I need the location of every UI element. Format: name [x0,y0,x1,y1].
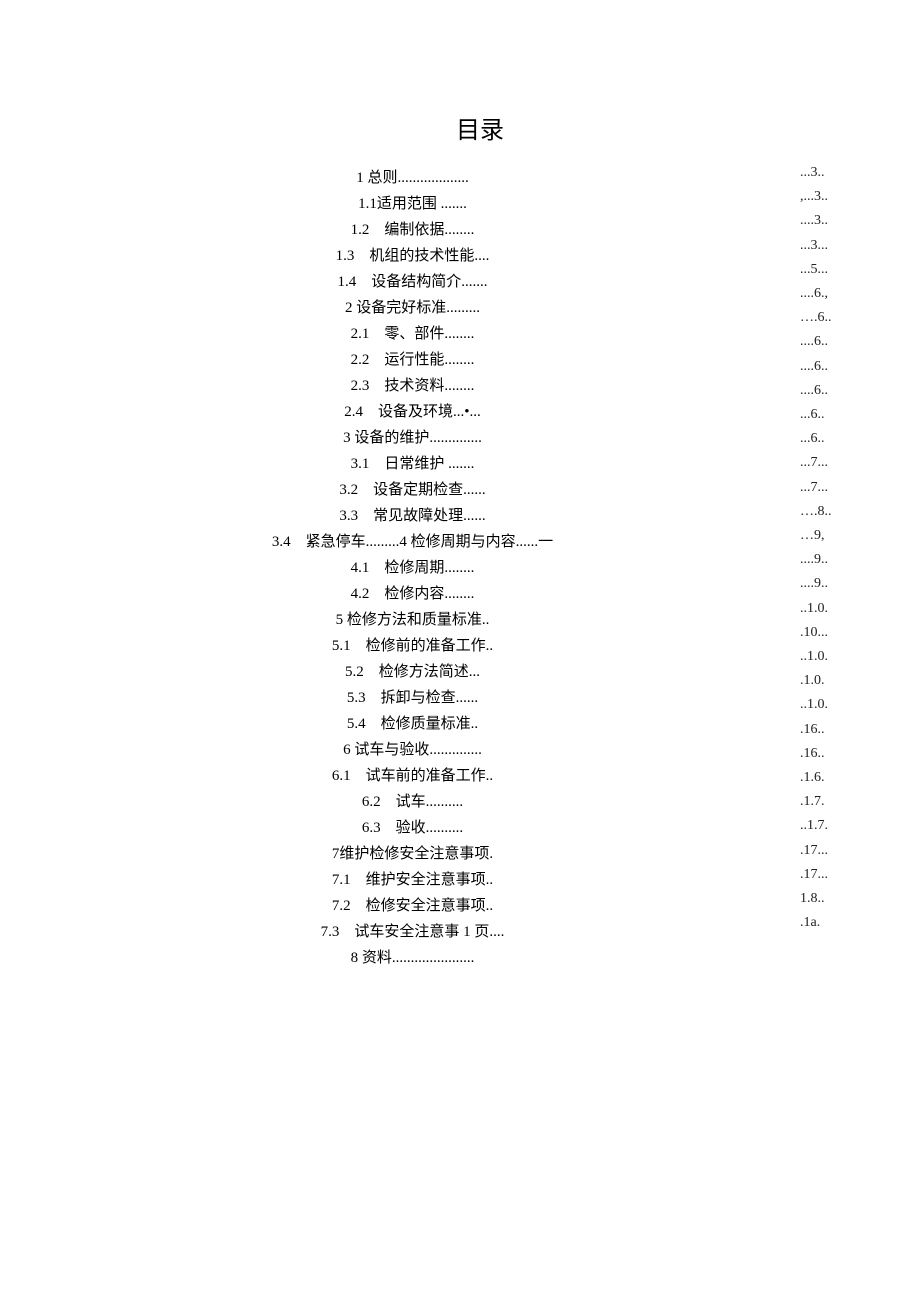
toc-entry: 5.4 检修质量标准.. [100,711,725,737]
toc-page-number: ...3... [800,234,860,258]
toc-page-number: .16.. [800,718,860,742]
toc-page-number: .17... [800,839,860,863]
toc-page-number: .16.. [800,742,860,766]
toc-page-number: ...3.. [800,161,860,185]
toc-title: 目录 [280,110,680,145]
toc-entry: 4.1 检修周期........ [100,555,725,581]
toc-page-number: .10... [800,621,860,645]
toc-page-number: ...6.. [800,403,860,427]
toc-entry: 3.4 紧急停车.........4 检修周期与内容......一 [100,529,725,555]
toc-entry: 2.4 设备及环境...•... [100,399,725,425]
toc-entry: 5.2 检修方法简述... [100,659,725,685]
toc-page-number: .17... [800,863,860,887]
toc-page-number: .1a. [800,911,860,935]
toc-page-number: 1.8.. [800,887,860,911]
toc-page-number: ....6.. [800,330,860,354]
toc-page-number: ....6.. [800,379,860,403]
toc-entry: 4.2 检修内容........ [100,581,725,607]
toc-page-number: …9, [800,524,860,548]
toc-entry: 3.1 日常维护 ....... [100,451,725,477]
toc-page-number: ..1.0. [800,693,860,717]
document-page: 目录 1 总则...................1.1适用范围 ......… [0,0,920,971]
toc-entry: 8 资料...................... [100,945,725,971]
toc-page-number: ....6., [800,282,860,306]
toc-page-number: ....3.. [800,209,860,233]
toc-container: 1 总则...................1.1适用范围 .......1.… [100,165,860,971]
toc-entry: 2 设备完好标准......... [100,295,725,321]
toc-page-number: ..1.7. [800,814,860,838]
toc-page-number: ...7... [800,476,860,500]
toc-entry: 7.3 试车安全注意事 1 页.... [100,919,725,945]
toc-entry: 7.1 维护安全注意事项.. [100,867,725,893]
toc-page-number: ....9.. [800,572,860,596]
toc-entry: 5.3 拆卸与检查...... [100,685,725,711]
toc-entry: 2.1 零、部件........ [100,321,725,347]
toc-page-number: ..1.0. [800,597,860,621]
toc-entry: 1.1适用范围 ....... [100,191,725,217]
toc-page-number: ,...3.. [800,185,860,209]
toc-page-number: ...7... [800,451,860,475]
toc-page-number: ....9.. [800,548,860,572]
toc-entry: 6.3 验收.......... [100,815,725,841]
toc-page-number: ….8.. [800,500,860,524]
toc-entry: 2.3 技术资料........ [100,373,725,399]
toc-pages-column: ...3..,...3......3.....3......5.......6.… [800,161,860,936]
toc-entry: 3 设备的维护.............. [100,425,725,451]
toc-page-number: ....6.. [800,355,860,379]
toc-page-number: ..1.0. [800,645,860,669]
toc-entry: 6 试车与验收.............. [100,737,725,763]
toc-page-number: ...5... [800,258,860,282]
toc-entry: 1.3 机组的技术性能.... [100,243,725,269]
toc-entry: 3.2 设备定期检查...... [100,477,725,503]
toc-entries-column: 1 总则...................1.1适用范围 .......1.… [100,165,725,971]
toc-page-number: .1.0. [800,669,860,693]
toc-entry: 7.2 检修安全注意事项.. [100,893,725,919]
toc-entry: 6.2 试车.......... [100,789,725,815]
toc-page-number: .1.6. [800,766,860,790]
toc-entry: 5 检修方法和质量标准.. [100,607,725,633]
toc-page-number: ….6.. [800,306,860,330]
toc-page-number: ...6.. [800,427,860,451]
toc-entry: 2.2 运行性能........ [100,347,725,373]
toc-entry: 1.4 设备结构简介....... [100,269,725,295]
toc-page-number: .1.7. [800,790,860,814]
toc-entry: 1.2 编制依据........ [100,217,725,243]
toc-entry: 1 总则................... [100,165,725,191]
toc-entry: 5.1 检修前的准备工作.. [100,633,725,659]
toc-entry: 3.3 常见故障处理...... [100,503,725,529]
toc-entry: 6.1 试车前的准备工作.. [100,763,725,789]
toc-entry: 7维护检修安全注意事项. [100,841,725,867]
